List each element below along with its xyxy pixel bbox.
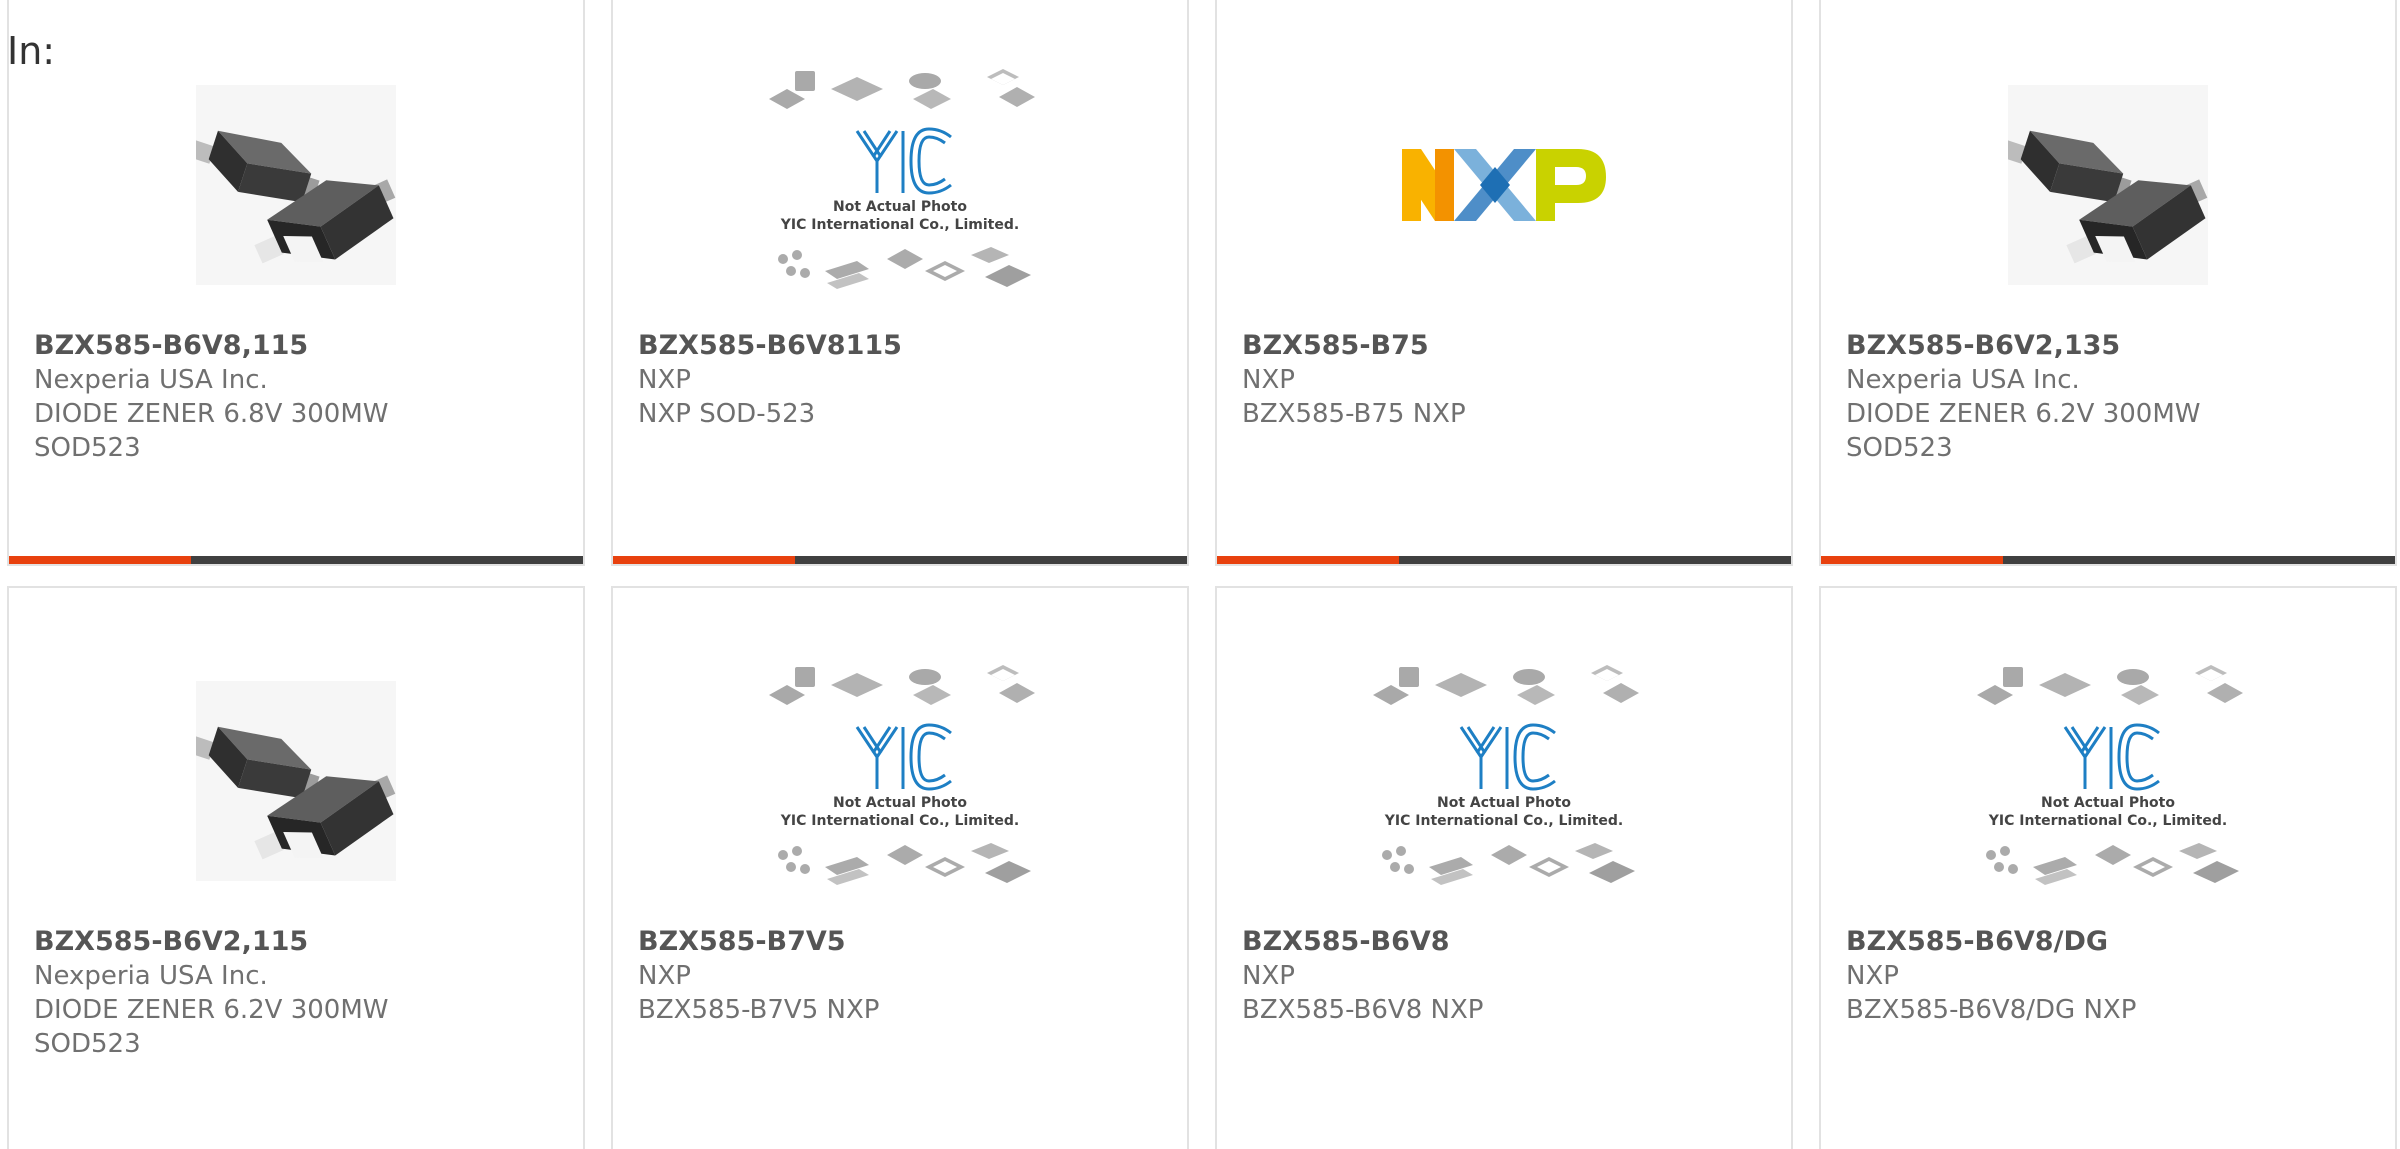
product-info: BZX585-B6V8115 NXP NXP SOD-523 xyxy=(638,328,1167,431)
product-image: Not Actual Photo YIC International Co., … xyxy=(613,646,1187,916)
product-image: Not Actual Photo YIC International Co., … xyxy=(613,50,1187,320)
product-info: BZX585-B6V2,115 Nexperia USA Inc. DIODE … xyxy=(34,924,563,1061)
description: DIODE ZENER 6.8V 300MW xyxy=(34,399,389,429)
svg-text:YIC International Co., Limited: YIC International Co., Limited. xyxy=(1384,813,1623,829)
product-card[interactable]: Not Actual Photo YIC International Co., … xyxy=(1819,586,2397,1149)
description: NXP SOD-523 xyxy=(638,399,816,429)
description: DIODE ZENER 6.2V 300MW xyxy=(1846,399,2201,429)
product-info: BZX585-B6V8,115 Nexperia USA Inc. DIODE … xyxy=(34,328,563,465)
product-image: Not Actual Photo YIC International Co., … xyxy=(1217,646,1791,916)
manufacturer: Nexperia USA Inc. xyxy=(1846,365,2080,395)
product-info: BZX585-B7V5 NXP BZX585-B7V5 NXP xyxy=(638,924,1167,1027)
manufacturer: NXP xyxy=(1846,961,1899,991)
manufacturer: NXP xyxy=(1242,961,1295,991)
not-actual-photo-icon: Not Actual Photo YIC International Co., … xyxy=(1369,661,1639,901)
card-accent xyxy=(9,556,191,564)
part-number: BZX585-B6V8115 xyxy=(638,330,902,361)
package: SOD523 xyxy=(34,433,141,463)
svg-text:YIC International Co., Limited: YIC International Co., Limited. xyxy=(780,217,1019,233)
product-card[interactable]: Not Actual Photo YIC International Co., … xyxy=(611,586,1189,1149)
product-image xyxy=(9,646,583,916)
description: DIODE ZENER 6.2V 300MW xyxy=(34,995,389,1025)
manufacturer: Nexperia USA Inc. xyxy=(34,365,268,395)
svg-text:Not Actual Photo: Not Actual Photo xyxy=(1437,795,1571,811)
part-number: BZX585-B7V5 xyxy=(638,926,846,957)
product-info: BZX585-B75 NXP BZX585-B75 NXP xyxy=(1242,328,1771,431)
description: BZX585-B75 NXP xyxy=(1242,399,1466,429)
product-card[interactable]: Not Actual Photo YIC International Co., … xyxy=(611,0,1189,566)
product-card[interactable]: BZX585-B75 NXP BZX585-B75 NXP xyxy=(1215,0,1793,566)
product-info: BZX585-B6V8 NXP BZX585-B6V8 NXP xyxy=(1242,924,1771,1027)
card-accent xyxy=(1821,556,2003,564)
not-actual-photo-icon: Not Actual Photo YIC International Co., … xyxy=(765,65,1035,305)
card-accent xyxy=(613,556,795,564)
part-number: BZX585-B6V8/DG xyxy=(1846,926,2109,957)
product-card[interactable]: BZX585-B6V8,115 Nexperia USA Inc. DIODE … xyxy=(7,0,585,566)
part-number: BZX585-B6V8,115 xyxy=(34,330,309,361)
svg-text:YIC International Co., Limited: YIC International Co., Limited. xyxy=(1988,813,2227,829)
product-card[interactable]: Not Actual Photo YIC International Co., … xyxy=(1215,586,1793,1149)
product-card[interactable]: BZX585-B6V2,135 Nexperia USA Inc. DIODE … xyxy=(1819,0,2397,566)
manufacturer: Nexperia USA Inc. xyxy=(34,961,268,991)
svg-text:Not Actual Photo: Not Actual Photo xyxy=(2041,795,2175,811)
product-image xyxy=(1821,50,2395,320)
filter-label: In: xyxy=(7,29,56,73)
manufacturer: NXP xyxy=(1242,365,1295,395)
part-number: BZX585-B6V8 xyxy=(1242,926,1450,957)
part-number: BZX585-B6V2,115 xyxy=(34,926,309,957)
product-image xyxy=(1217,50,1791,320)
product-info: BZX585-B6V2,135 Nexperia USA Inc. DIODE … xyxy=(1846,328,2375,465)
manufacturer: NXP xyxy=(638,365,691,395)
description: BZX585-B6V8 NXP xyxy=(1242,995,1484,1025)
product-image: Not Actual Photo YIC International Co., … xyxy=(1821,646,2395,916)
card-footer-bar xyxy=(613,556,1187,564)
product-grid-page: In: BZX585-B6V8,115 Nexperia USA Inc. DI… xyxy=(0,0,2400,1149)
diode-package-icon xyxy=(196,85,396,285)
svg-text:Not Actual Photo: Not Actual Photo xyxy=(833,795,967,811)
card-footer-bar xyxy=(1217,556,1791,564)
svg-text:YIC International Co., Limited: YIC International Co., Limited. xyxy=(780,813,1019,829)
product-card[interactable]: BZX585-B6V2,115 Nexperia USA Inc. DIODE … xyxy=(7,586,585,1149)
not-actual-photo-icon: Not Actual Photo YIC International Co., … xyxy=(1973,661,2243,901)
diode-package-icon xyxy=(196,681,396,881)
part-number: BZX585-B6V2,135 xyxy=(1846,330,2121,361)
nxp-logo-icon xyxy=(1402,149,1606,221)
product-image xyxy=(9,50,583,320)
package: SOD523 xyxy=(1846,433,1953,463)
package: SOD523 xyxy=(34,1029,141,1059)
card-accent xyxy=(1217,556,1399,564)
not-actual-photo-icon: Not Actual Photo YIC International Co., … xyxy=(765,661,1035,901)
card-footer-bar xyxy=(9,556,583,564)
product-info: BZX585-B6V8/DG NXP BZX585-B6V8/DG NXP xyxy=(1846,924,2375,1027)
manufacturer: NXP xyxy=(638,961,691,991)
diode-package-icon xyxy=(2008,85,2208,285)
part-number: BZX585-B75 xyxy=(1242,330,1429,361)
description: BZX585-B7V5 NXP xyxy=(638,995,880,1025)
svg-text:Not Actual Photo: Not Actual Photo xyxy=(833,199,967,215)
card-footer-bar xyxy=(1821,556,2395,564)
description: BZX585-B6V8/DG NXP xyxy=(1846,995,2137,1025)
